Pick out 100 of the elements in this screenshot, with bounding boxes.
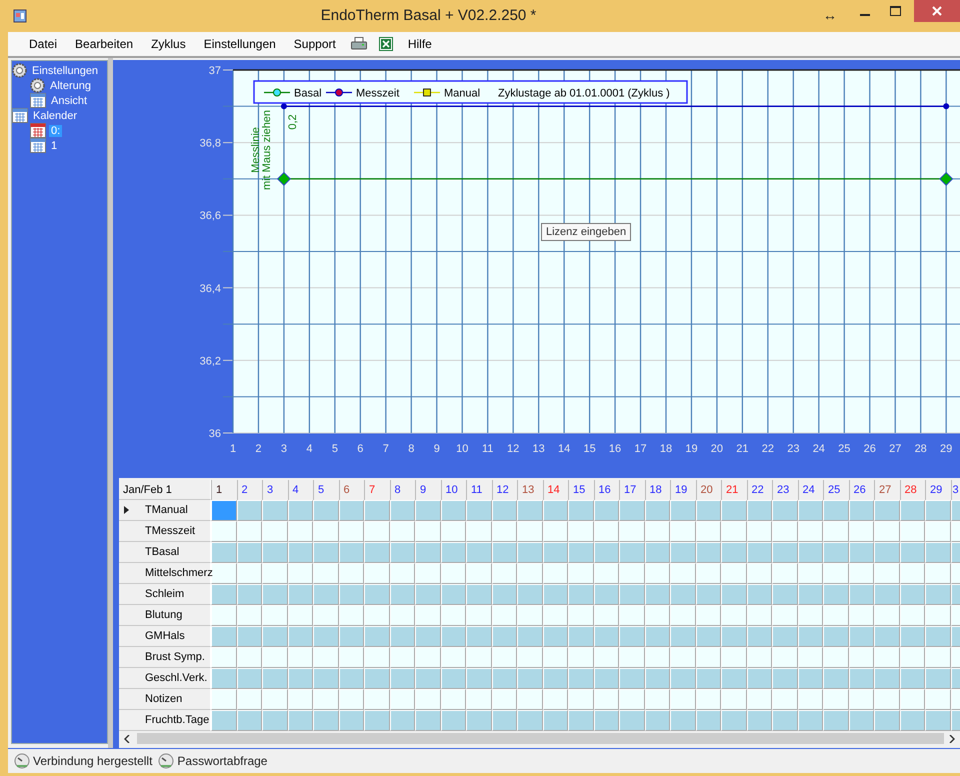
table-cell[interactable] bbox=[390, 710, 415, 731]
table-cell[interactable] bbox=[644, 689, 670, 710]
table-cell[interactable] bbox=[390, 626, 415, 647]
table-cell[interactable] bbox=[364, 521, 390, 542]
table-cell[interactable] bbox=[211, 521, 236, 542]
table-cell[interactable] bbox=[492, 689, 517, 710]
table-cell[interactable] bbox=[262, 689, 288, 710]
table-cell[interactable] bbox=[721, 668, 746, 689]
table-cell[interactable] bbox=[670, 605, 696, 626]
table-cell[interactable] bbox=[848, 626, 874, 647]
table-cell[interactable] bbox=[798, 689, 823, 710]
table-cell[interactable] bbox=[670, 689, 696, 710]
table-cell[interactable] bbox=[619, 605, 644, 626]
table-cell[interactable] bbox=[823, 521, 848, 542]
table-cell[interactable] bbox=[594, 584, 619, 605]
table-cell[interactable] bbox=[772, 668, 798, 689]
table-cell[interactable] bbox=[874, 710, 900, 731]
table-cell[interactable] bbox=[772, 647, 798, 668]
table-cell[interactable] bbox=[415, 626, 440, 647]
table-cell[interactable] bbox=[696, 500, 721, 521]
table-cell[interactable] bbox=[211, 710, 236, 731]
table-cell[interactable] bbox=[492, 521, 517, 542]
table-cell[interactable] bbox=[798, 668, 823, 689]
table-cell[interactable] bbox=[288, 542, 313, 563]
table-cell[interactable] bbox=[874, 563, 900, 584]
table-cell[interactable] bbox=[440, 626, 466, 647]
table-cell[interactable] bbox=[670, 500, 696, 521]
table-cell[interactable] bbox=[746, 500, 772, 521]
table-cell[interactable] bbox=[721, 500, 746, 521]
table-cell[interactable] bbox=[594, 542, 619, 563]
row-header[interactable]: TManual bbox=[119, 500, 211, 521]
table-cell[interactable] bbox=[262, 500, 288, 521]
table-cell[interactable] bbox=[568, 584, 594, 605]
table-cell[interactable] bbox=[848, 605, 874, 626]
table-cell[interactable] bbox=[670, 542, 696, 563]
table-cell[interactable] bbox=[798, 563, 823, 584]
table-cell[interactable] bbox=[874, 584, 900, 605]
table-cell[interactable] bbox=[721, 647, 746, 668]
table-cell[interactable] bbox=[440, 605, 466, 626]
table-cell[interactable] bbox=[900, 521, 925, 542]
table-cell[interactable] bbox=[568, 626, 594, 647]
table-cell[interactable] bbox=[313, 605, 338, 626]
table-cell[interactable] bbox=[772, 689, 798, 710]
table-cell[interactable] bbox=[670, 710, 696, 731]
table-cell[interactable] bbox=[644, 521, 670, 542]
row-header[interactable]: TBasal bbox=[119, 542, 211, 563]
table-cell[interactable] bbox=[492, 605, 517, 626]
table-cell[interactable] bbox=[874, 500, 900, 521]
table-cell[interactable] bbox=[211, 500, 236, 521]
table-cell[interactable] bbox=[313, 521, 338, 542]
table-cell[interactable] bbox=[338, 605, 364, 626]
table-cell[interactable] bbox=[236, 521, 262, 542]
table-cell[interactable] bbox=[874, 647, 900, 668]
table-cell[interactable] bbox=[721, 521, 746, 542]
table-cell[interactable] bbox=[798, 605, 823, 626]
table-cell[interactable] bbox=[746, 584, 772, 605]
table-cell[interactable] bbox=[619, 521, 644, 542]
table-cell[interactable] bbox=[440, 584, 466, 605]
table-cell[interactable] bbox=[925, 689, 950, 710]
table-cell[interactable] bbox=[364, 563, 390, 584]
table-cell[interactable] bbox=[415, 710, 440, 731]
table-cell[interactable] bbox=[466, 605, 492, 626]
table-cell[interactable] bbox=[874, 626, 900, 647]
table-cell[interactable] bbox=[594, 521, 619, 542]
table-cell[interactable] bbox=[338, 647, 364, 668]
table-cell[interactable] bbox=[415, 689, 440, 710]
tree-item[interactable]: Kalender bbox=[31, 110, 80, 122]
table-cell[interactable] bbox=[900, 605, 925, 626]
table-cell[interactable] bbox=[670, 563, 696, 584]
close-button[interactable] bbox=[914, 0, 960, 22]
table-cell[interactable] bbox=[772, 563, 798, 584]
table-cell[interactable] bbox=[823, 626, 848, 647]
table-cell[interactable] bbox=[440, 689, 466, 710]
table-cell[interactable] bbox=[492, 500, 517, 521]
table-cell[interactable] bbox=[415, 605, 440, 626]
table-cell[interactable] bbox=[262, 605, 288, 626]
table-cell[interactable] bbox=[823, 647, 848, 668]
table-cell[interactable] bbox=[517, 689, 542, 710]
table-cell[interactable] bbox=[619, 542, 644, 563]
table-cell[interactable] bbox=[542, 563, 568, 584]
table-cell[interactable] bbox=[364, 584, 390, 605]
table-cell[interactable] bbox=[823, 563, 848, 584]
table-cell[interactable] bbox=[619, 563, 644, 584]
table-cell[interactable] bbox=[721, 626, 746, 647]
table-cell[interactable] bbox=[466, 584, 492, 605]
row-header[interactable]: Blutung bbox=[119, 605, 211, 626]
table-cell[interactable] bbox=[874, 668, 900, 689]
table-cell[interactable] bbox=[542, 605, 568, 626]
table-cell[interactable] bbox=[900, 584, 925, 605]
table-cell[interactable] bbox=[670, 626, 696, 647]
table-cell[interactable] bbox=[772, 584, 798, 605]
table-cell[interactable] bbox=[262, 626, 288, 647]
table-cell[interactable] bbox=[390, 647, 415, 668]
table-cell[interactable] bbox=[772, 542, 798, 563]
table-cell[interactable] bbox=[211, 542, 236, 563]
table-cell[interactable] bbox=[721, 542, 746, 563]
table-cell[interactable] bbox=[772, 500, 798, 521]
table-cell[interactable] bbox=[364, 500, 390, 521]
table-cell[interactable] bbox=[542, 542, 568, 563]
table-cell[interactable] bbox=[517, 521, 542, 542]
